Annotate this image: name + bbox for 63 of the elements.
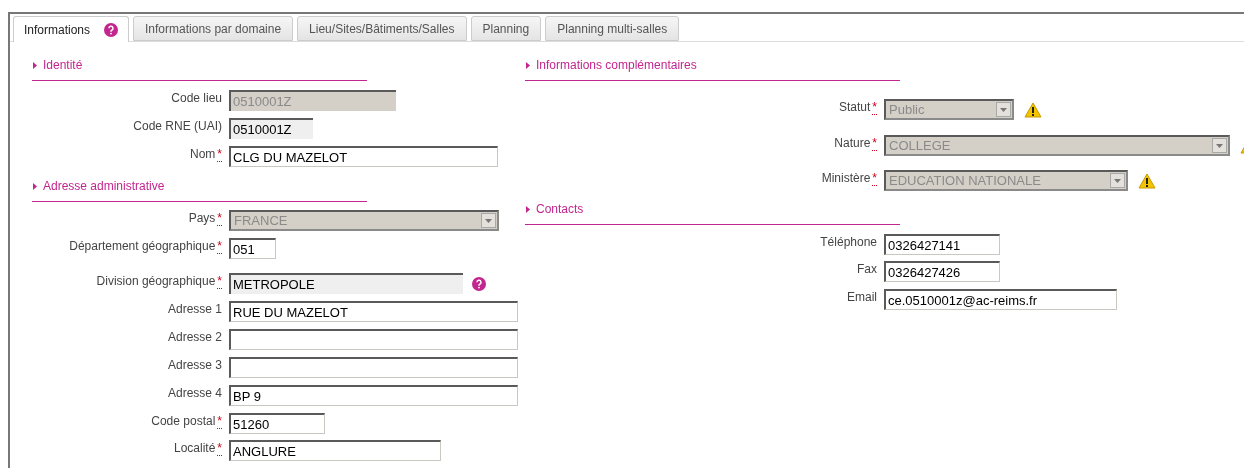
triangle-icon bbox=[33, 61, 37, 69]
triangle-icon bbox=[33, 182, 37, 190]
tab[interactable]: Planning multi-salles bbox=[545, 16, 680, 41]
field-label: Adresse 3 bbox=[167, 358, 222, 372]
dropdown-value: Public bbox=[888, 101, 926, 118]
field-label: Fax bbox=[857, 262, 877, 276]
input-field[interactable]: 51260 bbox=[229, 413, 325, 434]
input-field[interactable]: ANGLURE bbox=[229, 440, 441, 461]
dropdown-value: FRANCE bbox=[233, 212, 289, 229]
field-label: Code postal bbox=[151, 414, 216, 428]
help-icon[interactable] bbox=[472, 276, 486, 291]
required-mark: * bbox=[217, 211, 222, 226]
field-label: Adresse 4 bbox=[167, 386, 222, 400]
tab[interactable]: Lieu/Sites/Bâtiments/Salles bbox=[297, 16, 467, 41]
required-mark: * bbox=[872, 171, 877, 186]
section-title: Identité bbox=[43, 58, 83, 72]
field-label: Téléphone bbox=[820, 235, 877, 249]
section-title: Adresse administrative bbox=[43, 179, 165, 193]
input-field[interactable]: 0326427141 bbox=[884, 234, 1000, 255]
section-header[interactable]: Informations complémentaires bbox=[525, 58, 900, 81]
field-label: Ministère bbox=[821, 171, 871, 185]
input-field[interactable]: 051 bbox=[229, 238, 276, 259]
field-label: Code RNE (UAI) bbox=[133, 119, 222, 133]
dropdown-value: EDUCATION NATIONALE bbox=[888, 172, 1042, 189]
triangle-icon bbox=[526, 205, 530, 213]
section-title: Contacts bbox=[536, 202, 584, 216]
input-field[interactable]: RUE DU MAZELOT bbox=[229, 301, 518, 322]
field-label: Statut bbox=[838, 100, 871, 114]
tab[interactable]: Planning bbox=[470, 16, 542, 41]
field-label: Adresse 2 bbox=[167, 330, 222, 344]
field-label: Adresse 1 bbox=[167, 302, 222, 316]
help-icon[interactable] bbox=[104, 22, 119, 37]
section-header[interactable]: Adresse administrative bbox=[32, 179, 367, 202]
dropdown-value: COLLEGE bbox=[888, 137, 952, 154]
required-mark: * bbox=[872, 100, 877, 115]
section-header[interactable]: Contacts bbox=[525, 202, 900, 225]
required-mark: * bbox=[217, 274, 222, 289]
required-mark: * bbox=[217, 441, 222, 456]
input-field[interactable]: 0326427426 bbox=[884, 261, 1000, 282]
field-label: Pays bbox=[188, 211, 216, 225]
input-field[interactable]: CLG DU MAZELOT bbox=[229, 146, 498, 167]
field-label: Nom bbox=[190, 147, 216, 161]
required-mark: * bbox=[217, 147, 222, 162]
input-field[interactable]: METROPOLE bbox=[229, 273, 463, 294]
input-field[interactable]: 0510001Z bbox=[229, 118, 313, 139]
required-mark: * bbox=[217, 239, 222, 254]
field-label: Email bbox=[847, 290, 877, 304]
field-label: Division géographique bbox=[96, 274, 216, 288]
required-mark: * bbox=[872, 136, 877, 151]
input-field[interactable] bbox=[229, 357, 518, 378]
field-label: Localité bbox=[173, 441, 216, 455]
tab[interactable]: Informations bbox=[13, 16, 130, 42]
required-mark: * bbox=[217, 414, 222, 429]
input-field[interactable] bbox=[229, 329, 518, 350]
triangle-icon bbox=[526, 61, 530, 69]
input-field[interactable]: ce.0510001z@ac-reims.fr bbox=[884, 289, 1117, 310]
field-label: Nature bbox=[834, 136, 871, 150]
field-label: Code lieu bbox=[171, 91, 222, 105]
section-title: Informations complémentaires bbox=[536, 58, 697, 72]
input-field[interactable]: BP 9 bbox=[229, 385, 518, 406]
tab[interactable]: Informations par domaine bbox=[133, 16, 294, 41]
field-label: Département géographique bbox=[69, 239, 216, 253]
section-header[interactable]: Identité bbox=[32, 58, 367, 81]
